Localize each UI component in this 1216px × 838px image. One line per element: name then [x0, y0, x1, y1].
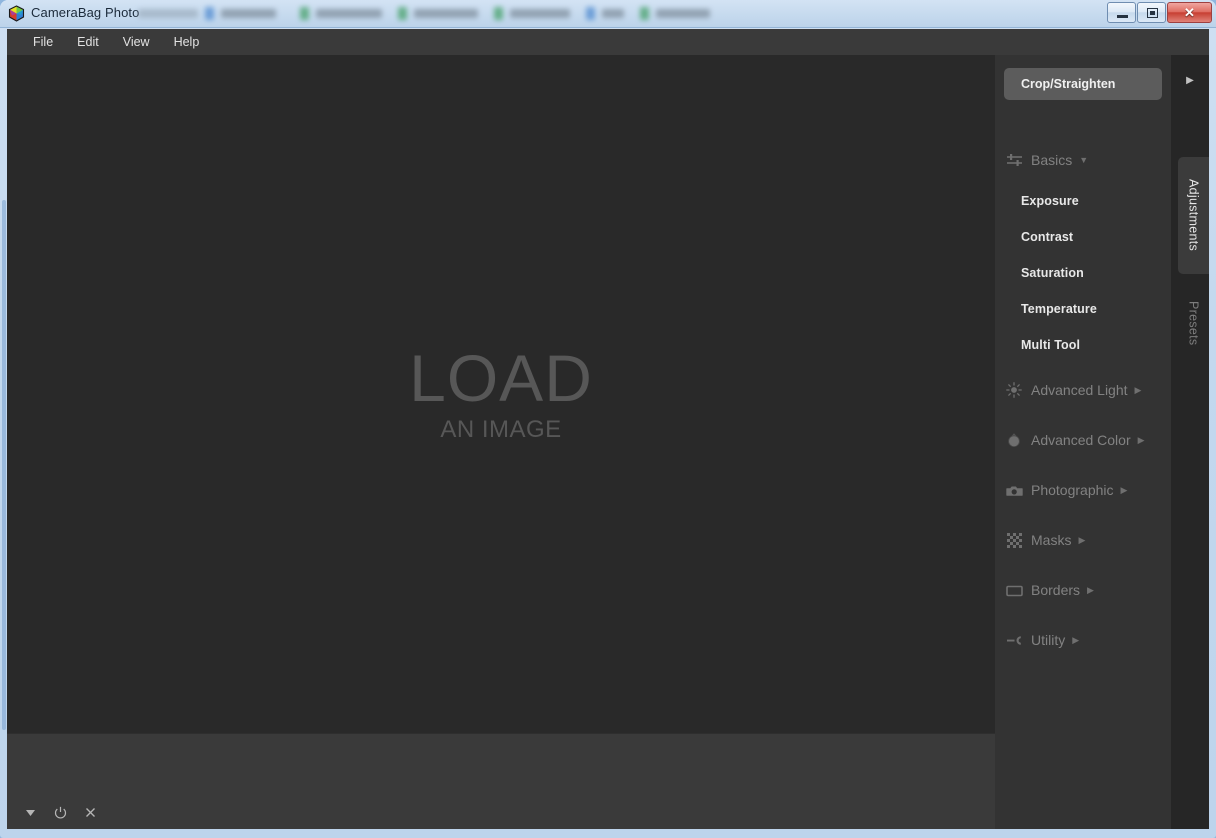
tool-saturation[interactable]: Saturation	[1021, 263, 1161, 283]
power-icon[interactable]	[53, 805, 67, 819]
wrench-icon	[1004, 632, 1024, 648]
group-header-basics[interactable]: Basics ▼	[1004, 148, 1164, 172]
tool-label: Temperature	[1021, 302, 1097, 316]
blurred-titlebar-item	[300, 7, 388, 20]
color-cube-icon	[8, 5, 25, 22]
minimize-button[interactable]	[1107, 2, 1136, 23]
placeholder-subtitle: AN IMAGE	[440, 415, 562, 443]
menu-item-file[interactable]: File	[21, 32, 65, 52]
application-window: CameraBag Photo ✕ File Edit View Help LO…	[0, 0, 1216, 838]
placeholder-title: LOAD	[409, 340, 593, 415]
group-header-advanced-color[interactable]: Advanced Color ▶	[1004, 428, 1164, 452]
color-drop-icon	[1004, 432, 1024, 448]
tool-exposure[interactable]: Exposure	[1021, 191, 1161, 211]
checkerboard-icon	[1004, 532, 1024, 548]
collapse-panel-button[interactable]: ▶	[1171, 69, 1209, 91]
group-label-photographic: Photographic	[1031, 482, 1114, 498]
group-label-utility: Utility	[1031, 632, 1066, 648]
group-header-utility[interactable]: Utility ▶	[1004, 628, 1164, 652]
chevron-down-icon[interactable]: ▼	[1079, 155, 1088, 165]
tab-presets[interactable]: Presets	[1178, 283, 1209, 363]
blurred-titlebar-item	[640, 7, 714, 20]
tab-adjustments[interactable]: Adjustments	[1178, 157, 1209, 274]
tab-adjustments-label: Adjustments	[1186, 179, 1201, 252]
group-label-masks: Masks	[1031, 532, 1072, 548]
chevron-right-icon[interactable]: ▶	[1087, 585, 1094, 595]
image-canvas[interactable]: LOAD AN IMAGE	[7, 55, 995, 733]
group-header-masks[interactable]: Masks ▶	[1004, 528, 1164, 552]
blurred-titlebar-item	[398, 7, 484, 20]
title-bar[interactable]: CameraBag Photo ✕	[0, 0, 1216, 28]
close-button[interactable]: ✕	[1167, 2, 1212, 23]
blurred-titlebar-item	[205, 7, 283, 20]
filmstrip-toolbar	[23, 805, 97, 819]
crop-straighten-label: Crop/Straighten	[1021, 77, 1116, 91]
sliders-icon	[1004, 152, 1024, 168]
tool-temperature[interactable]: Temperature	[1021, 299, 1161, 319]
chevron-down-icon[interactable]	[23, 805, 37, 819]
restore-button[interactable]	[1137, 2, 1166, 23]
group-label-basics: Basics	[1031, 152, 1073, 168]
blurred-titlebar-item	[586, 7, 628, 20]
filmstrip-panel[interactable]	[7, 733, 995, 829]
tool-label: Multi Tool	[1021, 338, 1081, 352]
tool-label: Exposure	[1021, 194, 1079, 208]
minimize-icon	[1117, 15, 1128, 18]
window-controls: ✕	[1107, 2, 1212, 23]
load-image-placeholder[interactable]: LOAD AN IMAGE	[409, 345, 593, 444]
crop-straighten-button[interactable]: Crop/Straighten	[1004, 68, 1162, 100]
app-body: File Edit View Help LOAD AN IMAGE Crop/S…	[7, 29, 1209, 829]
chevron-right-icon[interactable]: ▶	[1078, 535, 1085, 545]
menu-item-help[interactable]: Help	[162, 32, 212, 52]
menu-item-edit[interactable]: Edit	[65, 32, 111, 52]
group-label-borders: Borders	[1031, 582, 1081, 598]
group-header-photographic[interactable]: Photographic ▶	[1004, 478, 1164, 502]
rectangle-icon	[1004, 582, 1024, 598]
close-icon[interactable]	[83, 805, 97, 819]
tool-label: Saturation	[1021, 266, 1084, 280]
group-label-advanced-light: Advanced Light	[1031, 382, 1128, 398]
chevron-right-icon[interactable]: ▶	[1072, 635, 1079, 645]
group-label-advanced-color: Advanced Color	[1031, 432, 1131, 448]
window-title: CameraBag Photo	[31, 5, 140, 20]
sun-icon	[1004, 382, 1024, 398]
chevron-right-icon[interactable]: ▶	[1135, 385, 1142, 395]
blurred-titlebar-item	[138, 7, 198, 20]
tab-presets-label: Presets	[1186, 300, 1201, 346]
adjustments-panel: Crop/Straighten Basics ▼ Exposure Contra…	[995, 55, 1171, 829]
camera-icon	[1004, 482, 1024, 498]
menu-item-view[interactable]: View	[111, 32, 162, 52]
close-icon: ✕	[1184, 4, 1195, 20]
chevron-right-icon[interactable]: ▶	[1121, 485, 1128, 495]
blurred-titlebar-item	[494, 7, 576, 20]
chevron-right-icon[interactable]: ▶	[1138, 435, 1145, 445]
window-edge-highlight	[2, 200, 6, 730]
tool-multi-tool[interactable]: Multi Tool	[1021, 335, 1161, 355]
menu-bar: File Edit View Help	[7, 29, 1209, 55]
group-header-borders[interactable]: Borders ▶	[1004, 578, 1164, 602]
restore-icon	[1147, 8, 1158, 18]
panel-tab-rail: ▶ Adjustments Presets	[1171, 55, 1209, 829]
work-area: LOAD AN IMAGE Crop/Straighten Basics ▼ E…	[7, 55, 1209, 829]
tool-label: Contrast	[1021, 230, 1074, 244]
tool-contrast[interactable]: Contrast	[1021, 227, 1161, 247]
group-header-advanced-light[interactable]: Advanced Light ▶	[1004, 378, 1164, 402]
